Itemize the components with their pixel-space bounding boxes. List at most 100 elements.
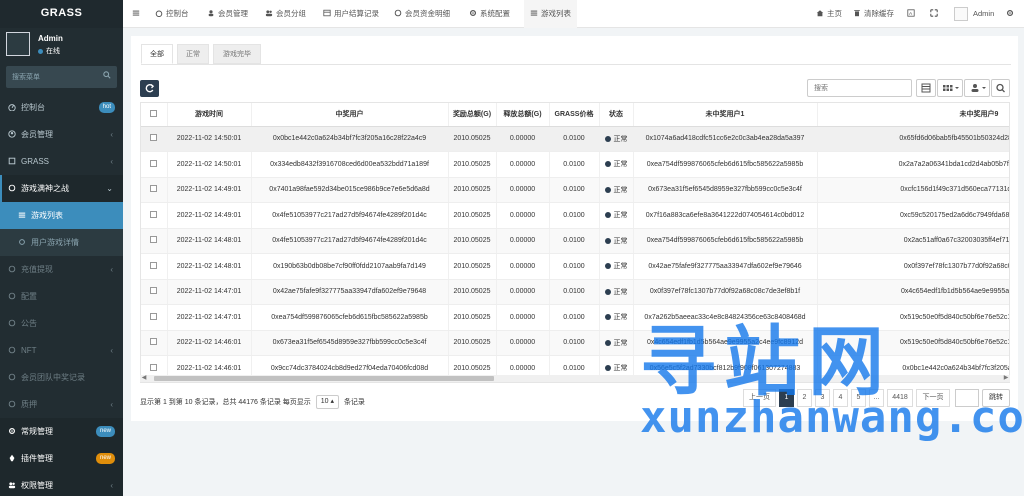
table-row[interactable]: 2022-11-02 14:46:01 0x673ea31f5ef6545d895… (141, 330, 1009, 356)
sidebar-item-user-game-detail[interactable]: 用户游戏详情 (0, 229, 123, 256)
rocket-icon (9, 454, 15, 462)
table-row[interactable]: 2022-11-02 14:47:01 0x42ae75fafe9f327775a… (141, 279, 1009, 305)
table-cell: 2010.05025 (448, 177, 497, 203)
select-all-checkbox[interactable] (141, 103, 168, 127)
table-cell: 0.00000 (496, 151, 550, 178)
row-checkbox[interactable] (141, 202, 168, 229)
sidebar-item-members[interactable]: 会员管理 ‹ (0, 121, 123, 148)
column-header[interactable]: 释放总额(G) (496, 103, 550, 127)
row-checkbox[interactable] (141, 253, 168, 280)
row-checkbox[interactable] (141, 177, 168, 203)
column-header[interactable]: GRASS价格 (549, 103, 600, 127)
scroll-right-icon[interactable]: ▶ (1002, 375, 1010, 382)
status-cell: 正常 (599, 279, 634, 305)
row-checkbox[interactable] (141, 330, 168, 356)
tab-label: 会员分组 (276, 9, 306, 18)
settings-button[interactable] (1006, 0, 1017, 28)
column-header[interactable]: 未中奖用户1 (633, 103, 818, 127)
page-button[interactable]: 5 (851, 389, 866, 407)
table-row[interactable]: 2022-11-02 14:48:01 0x4fe51053977c217ad27… (141, 228, 1009, 254)
checkbox-icon (150, 109, 158, 117)
tab-dashboard[interactable]: 控制台 (155, 0, 189, 28)
horizontal-scrollbar[interactable]: ◀ ▶ (140, 375, 1010, 382)
scrollbar-thumb[interactable] (154, 376, 494, 381)
column-header[interactable]: 奖励总额(G) (448, 103, 497, 127)
column-header[interactable]: 未中奖用户9 (817, 103, 1009, 127)
jump-button[interactable]: 跳转 (982, 389, 1010, 407)
sidebar-item-game-list[interactable]: 游戏列表 (0, 202, 123, 229)
sidebar-item-dashboard[interactable]: 控制台 hot (0, 94, 123, 121)
table-row[interactable]: 2022-11-02 14:49:01 0x7401a98fae592d34be0… (141, 177, 1009, 203)
fullscreen-button[interactable] (930, 0, 941, 28)
sidebar-item-recharge[interactable]: 充值提现 ‹ (0, 256, 123, 283)
column-header[interactable]: 中奖用户 (251, 103, 449, 127)
table-cell: 0x1074a6ad418cdfc51cc6e2c0c3ab4ea28da5a3… (633, 126, 818, 152)
sidebar-item-game-war[interactable]: 游戏满神之战 ⌄ (0, 175, 123, 202)
table-cell: 0x65fd6d06bab5fb45501b50324d28d2d6b790b6… (817, 126, 1009, 152)
circle-icon (8, 319, 16, 327)
row-checkbox[interactable] (141, 304, 168, 331)
tab-member-groups[interactable]: 会员分组 (265, 0, 306, 28)
row-checkbox[interactable] (141, 228, 168, 254)
sidebar-item-config[interactable]: 配置 (0, 283, 123, 310)
scroll-left-icon[interactable]: ◀ (140, 375, 148, 382)
checkbox-icon (150, 159, 158, 167)
table-cell: 0x7a262b5aeeac33c4e8c84824356ce63c840846… (633, 304, 818, 331)
tab-system-config[interactable]: 系统配置 (469, 0, 510, 28)
table-row[interactable]: 2022-11-02 14:50:01 0x334edb8432f3916708c… (141, 151, 1009, 178)
prev-page-button[interactable]: 上一页 (743, 389, 776, 407)
brand-logo[interactable]: GRASS (0, 0, 123, 28)
sidebar-item-notice[interactable]: 公告 (0, 310, 123, 337)
page-size-select[interactable]: 10 ▴ (315, 395, 339, 409)
tab-game-list[interactable]: 游戏列表 (524, 0, 577, 28)
next-page-button[interactable]: 下一页 (916, 389, 950, 407)
tab-game-finished[interactable]: 游戏完毕 (213, 44, 261, 64)
sidebar-item-plugins[interactable]: 插件管理 new (0, 445, 123, 472)
clear-cache-button[interactable]: 清除缓存 (853, 0, 894, 28)
table-row[interactable]: 2022-11-02 14:49:01 0x4fe51053977c217ad27… (141, 202, 1009, 229)
sidebar-item-permissions[interactable]: 权限管理 ‹ (0, 472, 123, 496)
sidebar-search-input[interactable] (6, 66, 117, 88)
table-row[interactable]: 2022-11-02 14:47:01 0xea754df599876065cfe… (141, 304, 1009, 331)
sidebar-item-general[interactable]: 常规管理 new (0, 418, 123, 445)
tab-normal[interactable]: 正常 (177, 44, 209, 64)
sidebar-item-nft[interactable]: NFT ‹ (0, 337, 123, 364)
row-checkbox[interactable] (141, 279, 168, 305)
user-menu[interactable]: Admin (954, 0, 994, 28)
row-checkbox[interactable] (141, 126, 168, 152)
home-link[interactable]: 主页 (816, 0, 842, 28)
tab-fund-details[interactable]: 会员资金明细 (394, 0, 450, 28)
tab-all[interactable]: 全部 (141, 44, 173, 64)
sidebar-item-grass[interactable]: GRASS ‹ (0, 148, 123, 175)
tab-settlement-records[interactable]: 用户结算记录 (323, 0, 379, 28)
tab-members[interactable]: 会员管理 (207, 0, 248, 28)
table-row[interactable]: 2022-11-02 14:48:01 0x190b63b0db08be7cf90… (141, 253, 1009, 280)
page-button[interactable]: 1 (779, 389, 794, 407)
page-button[interactable]: 3 (815, 389, 830, 407)
page-button[interactable]: 4418 (887, 389, 913, 407)
toggle-view-button[interactable] (916, 79, 936, 97)
column-header[interactable]: 状态 (599, 103, 634, 127)
table-cell: 0.00000 (496, 330, 550, 356)
sidebar-item-label: 游戏满神之战 (21, 184, 69, 193)
export-button[interactable] (964, 79, 990, 97)
chevron-left-icon: ‹ (110, 130, 113, 139)
sidebar-item-staking[interactable]: 质押 ‹ (0, 391, 123, 418)
column-header[interactable]: 游戏时间 (167, 103, 252, 127)
sidebar-item-team-records[interactable]: 会员团队中奖记录 (0, 364, 123, 391)
status-label: 正常 (613, 314, 628, 322)
page-button[interactable]: 4 (833, 389, 848, 407)
table-cell: 0.0100 (549, 177, 600, 203)
row-checkbox[interactable] (141, 151, 168, 178)
table-search-input[interactable] (807, 79, 912, 97)
page-button[interactable]: 2 (797, 389, 812, 407)
gear-icon (469, 9, 477, 17)
jump-page-input[interactable] (955, 389, 979, 407)
refresh-button[interactable] (140, 80, 159, 97)
search-icon[interactable] (103, 71, 111, 79)
translate-button[interactable]: A (907, 0, 918, 28)
table-row[interactable]: 2022-11-02 14:50:01 0x0bc1e442c0a624b34bf… (141, 126, 1009, 152)
columns-button[interactable] (937, 79, 963, 97)
advanced-search-button[interactable] (991, 79, 1010, 97)
sidebar-toggle-button[interactable] (132, 0, 143, 28)
